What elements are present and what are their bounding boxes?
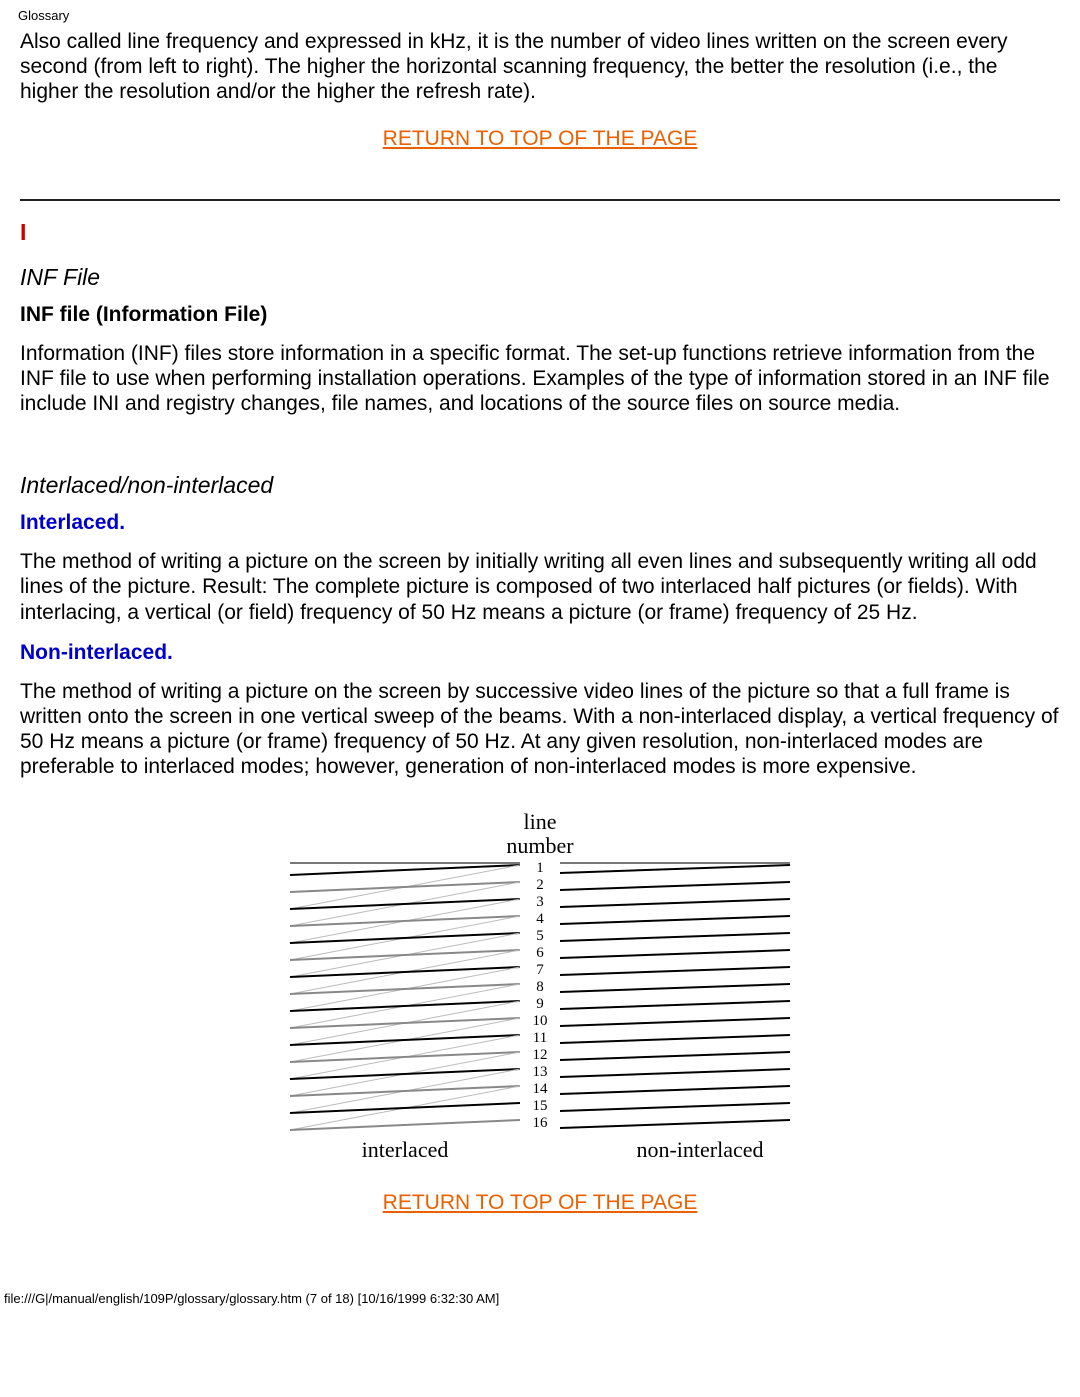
diagram-label-noninterlaced: non-interlaced: [636, 1137, 763, 1162]
diagram-line-number: 8: [536, 979, 544, 995]
diagram-title-line: line: [524, 809, 557, 834]
diagram-line-number: 6: [536, 945, 544, 961]
term-inf-file: INF File: [20, 264, 1060, 291]
diagram-line-number: 3: [536, 894, 544, 910]
return-top-link-2[interactable]: RETURN TO TOP OF THE PAGE: [383, 1191, 698, 1214]
intro-paragraph: Also called line frequency and expressed…: [20, 29, 1060, 105]
section-divider: [20, 199, 1060, 201]
diagram-line-number: 10: [533, 1013, 548, 1029]
inf-paragraph: Information (INF) files store informatio…: [20, 341, 1060, 417]
interlace-diagram: line number 12345678910111213141516 inte…: [20, 807, 1060, 1167]
diagram-line-number: 11: [533, 1030, 547, 1046]
term-interlaced: Interlaced/non-interlaced: [20, 472, 1060, 499]
noninterlaced-paragraph: The method of writing a picture on the s…: [20, 679, 1060, 780]
subhead-interlaced: Interlaced.: [20, 511, 1060, 535]
diagram-line-number: 2: [536, 877, 544, 893]
diagram-line-number: 1: [536, 860, 544, 876]
diagram-line-number: 16: [533, 1115, 549, 1131]
diagram-line-number: 13: [533, 1064, 548, 1080]
diagram-line-number: 5: [536, 928, 544, 944]
diagram-label-interlaced: interlaced: [362, 1137, 449, 1162]
subhead-noninterlaced: Non-interlaced.: [20, 641, 1060, 665]
diagram-title-number: number: [506, 833, 574, 858]
diagram-line-number: 7: [536, 962, 544, 978]
section-letter: I: [20, 219, 1060, 246]
diagram-line-number: 15: [533, 1098, 548, 1114]
diagram-line-number: 12: [533, 1047, 548, 1063]
page-header: Glossary: [0, 0, 1080, 29]
diagram-line-number: 14: [533, 1081, 549, 1097]
subhead-inf: INF file (Information File): [20, 303, 1060, 327]
diagram-line-number: 9: [536, 996, 544, 1012]
page-footer: file:///G|/manual/english/109P/glossary/…: [0, 1251, 1080, 1324]
diagram-line-number: 4: [536, 911, 544, 927]
interlaced-paragraph: The method of writing a picture on the s…: [20, 549, 1060, 625]
return-top-link-1[interactable]: RETURN TO TOP OF THE PAGE: [383, 127, 698, 150]
